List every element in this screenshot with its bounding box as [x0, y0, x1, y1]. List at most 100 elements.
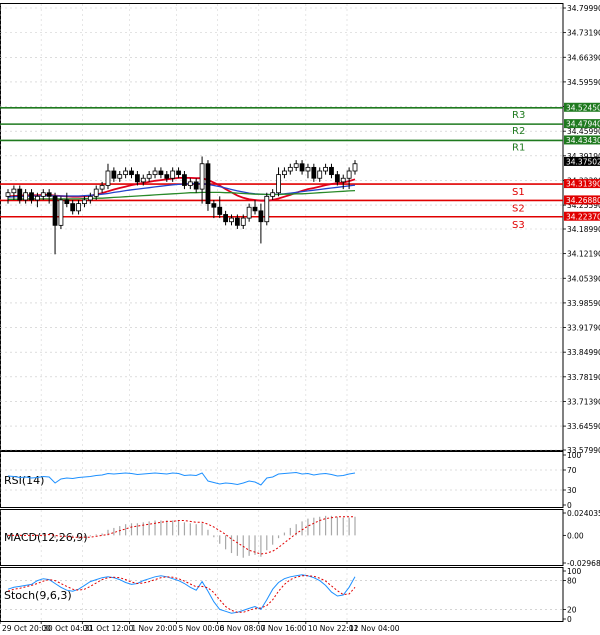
candle-body	[129, 170, 134, 176]
candle-body	[134, 174, 140, 183]
pane-frame	[0, 451, 564, 508]
candle-body	[346, 170, 352, 179]
candle-body	[76, 203, 81, 212]
candle-body	[117, 174, 123, 179]
y-tick-label: 34.18990	[567, 225, 600, 234]
candle-body	[352, 163, 358, 172]
candle-body	[176, 170, 181, 176]
candle-body	[329, 166, 334, 176]
candle-body	[187, 181, 193, 186]
candle-body	[287, 166, 293, 172]
candle-body	[152, 170, 158, 176]
candle-body	[258, 210, 264, 223]
candle-body	[240, 217, 246, 226]
y-tick-label: 20	[567, 605, 577, 614]
candle-body	[234, 217, 240, 226]
candle-body	[99, 185, 105, 190]
x-tick-label: 12 Nov 04:00	[349, 624, 400, 633]
level-name-r1: R1	[512, 142, 525, 153]
y-tick-label: 100	[567, 451, 582, 460]
y-tick-label: 0.00	[567, 531, 584, 540]
level-price-label: 34.52450	[566, 103, 600, 112]
candle-body	[223, 214, 229, 223]
y-tick-label: 34.79990	[567, 4, 600, 13]
level-price-label: 34.31390	[566, 180, 600, 189]
candle-body	[323, 166, 328, 172]
candle-body	[17, 188, 23, 201]
candle-body	[299, 163, 305, 172]
candle-body	[199, 163, 205, 190]
candle-body	[252, 206, 258, 212]
x-tick-label: 7 Nov 16:00	[261, 624, 307, 633]
level-name-s3: S3	[512, 220, 525, 231]
candle-body	[64, 199, 70, 205]
y-tick-label: 34.59590	[567, 78, 600, 87]
candle-body	[40, 192, 46, 197]
y-tick-label: 33.84990	[567, 348, 600, 357]
price-pane: 34.7999034.7319034.6639034.5959034.52790…	[0, 3, 600, 455]
candle-body	[305, 166, 311, 172]
pane-frame	[0, 3, 564, 451]
candle-body	[182, 174, 187, 186]
stoch-pane: Stoch(9,6,3) 10080 200	[0, 567, 582, 624]
moving-average-line	[7, 177, 356, 202]
y-tick-label: 34.05390	[567, 274, 600, 283]
level-name-r2: R2	[512, 126, 525, 137]
candle-body	[11, 188, 17, 194]
level-price-label: 34.26880	[566, 196, 600, 205]
x-tick-label: 31 Oct 12:00	[84, 624, 133, 633]
candle-body	[111, 170, 117, 179]
candle-body	[170, 170, 176, 179]
y-tick-label: 33.91790	[567, 324, 600, 333]
current-price-label: 34.37502	[566, 157, 600, 166]
macd-label: MACD(12,26,9)	[4, 531, 88, 544]
candle-body	[87, 195, 93, 201]
rsi-line	[7, 471, 356, 486]
y-tick-label: 34.12190	[567, 250, 600, 259]
level-price-label: 34.47940	[566, 120, 600, 129]
candle-body	[35, 195, 40, 201]
candle-body	[217, 206, 223, 215]
candle-body	[205, 163, 211, 205]
candle-body	[211, 203, 217, 208]
candle-body	[229, 217, 234, 223]
rsi-pane: RSI(14) 10070300	[0, 451, 582, 510]
x-tick-label: 1 Nov 20:00	[131, 624, 177, 633]
x-tick-label: 6 Nov 08:00	[220, 624, 266, 633]
forex-chart: 34.7999034.7319034.6639034.5959034.52790…	[0, 3, 600, 633]
level-price-label: 34.43430	[566, 136, 600, 145]
candle-body	[270, 192, 276, 197]
x-axis: 29 Oct 20:0030 Oct 04:0031 Oct 12:001 No…	[0, 621, 400, 633]
y-tick-label: 33.64590	[567, 422, 600, 431]
macd-pane: MACD(12,26,9) 0.0240350.00-0.029687	[0, 509, 600, 568]
candle-body	[52, 195, 58, 226]
y-tick-label: 34.73190	[567, 29, 600, 38]
y-tick-label: 33.71390	[567, 397, 600, 406]
x-tick-label: 5 Nov 00:00	[178, 624, 224, 633]
candle-body	[93, 188, 99, 197]
candle-body	[164, 174, 170, 179]
candle-body	[70, 203, 76, 212]
candle-body	[340, 177, 346, 183]
candle-body	[264, 195, 270, 223]
y-tick-label: 100	[567, 567, 582, 576]
y-tick-label: 30	[567, 486, 577, 495]
candle-body	[317, 170, 323, 179]
candle-body	[276, 174, 281, 194]
candle-body	[123, 170, 129, 176]
level-name-r3: R3	[512, 110, 525, 121]
candle-body	[46, 192, 52, 197]
candle-body	[58, 199, 64, 226]
candle-body	[293, 163, 299, 168]
candle-body	[105, 170, 111, 186]
candle-body	[334, 174, 340, 183]
y-tick-label: 0	[567, 615, 572, 624]
y-tick-label: 33.98590	[567, 299, 600, 308]
candle-body	[23, 192, 29, 201]
level-price-label: 34.22370	[566, 212, 600, 221]
candle-body	[29, 192, 34, 201]
candle-body	[146, 174, 152, 179]
candle-body	[5, 192, 11, 197]
candle-body	[82, 199, 87, 205]
candle-body	[140, 177, 146, 183]
